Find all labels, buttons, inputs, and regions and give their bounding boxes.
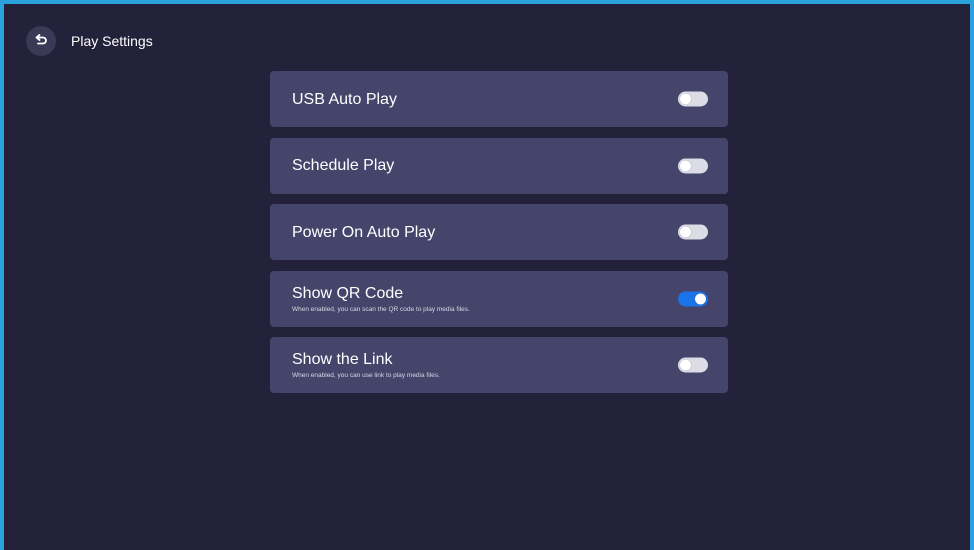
page-title: Play Settings bbox=[71, 33, 153, 49]
settings-list: USB Auto Play Schedule Play Power On Aut… bbox=[270, 71, 728, 404]
setting-label: Show the Link bbox=[292, 351, 393, 368]
back-arrow-icon bbox=[35, 34, 47, 45]
back-button[interactable] bbox=[26, 26, 56, 56]
setting-row-show-the-link[interactable]: Show the Link When enabled, you can use … bbox=[270, 337, 728, 393]
power-on-auto-play-toggle[interactable] bbox=[678, 224, 708, 240]
setting-description: When enabled, you can scan the QR code t… bbox=[292, 305, 470, 313]
toggle-knob bbox=[680, 93, 691, 105]
schedule-play-toggle[interactable] bbox=[678, 158, 708, 173]
setting-row-show-qr-code[interactable]: Show QR Code When enabled, you can scan … bbox=[270, 270, 728, 327]
toggle-knob bbox=[680, 359, 691, 371]
setting-label: Power On Auto Play bbox=[292, 223, 436, 241]
show-the-link-toggle[interactable] bbox=[678, 357, 708, 373]
header: Play Settings bbox=[26, 26, 153, 56]
usb-auto-play-toggle[interactable] bbox=[678, 91, 708, 107]
setting-label: Show QR Code bbox=[292, 284, 404, 302]
setting-row-schedule-play[interactable]: Schedule Play bbox=[270, 137, 728, 194]
setting-label: USB Auto Play bbox=[292, 90, 397, 108]
toggle-knob bbox=[680, 226, 691, 238]
setting-description: When enabled, you can use link to play m… bbox=[292, 372, 440, 379]
show-qr-code-toggle[interactable] bbox=[678, 291, 708, 306]
setting-label: Schedule Play bbox=[292, 157, 395, 174]
toggle-knob bbox=[680, 160, 691, 171]
setting-row-usb-auto-play[interactable]: USB Auto Play bbox=[270, 71, 728, 127]
app-window: Play Settings USB Auto Play Schedule Pla… bbox=[0, 0, 974, 550]
setting-row-power-on-auto-play[interactable]: Power On Auto Play bbox=[270, 204, 728, 260]
toggle-knob bbox=[695, 293, 706, 304]
